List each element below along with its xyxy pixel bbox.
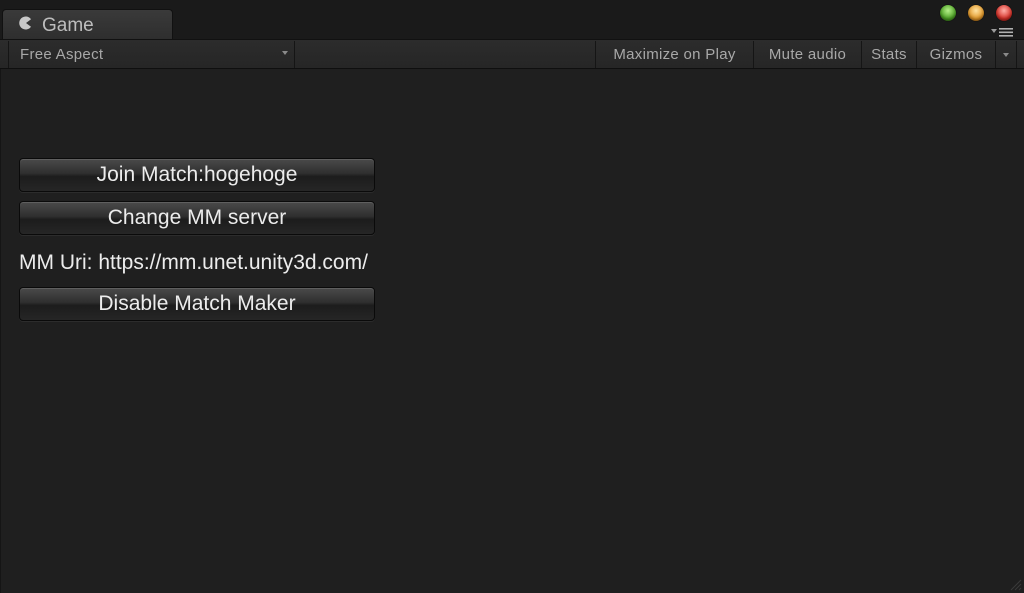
chevron-down-icon	[1003, 53, 1009, 57]
resize-grip-icon[interactable]	[1008, 577, 1022, 591]
aspect-ratio-value: Free Aspect	[20, 46, 104, 63]
zoom-window-button[interactable]	[940, 5, 956, 21]
gizmos-dropdown-button[interactable]	[995, 41, 1017, 68]
disable-match-maker-button[interactable]: Disable Match Maker	[19, 287, 375, 321]
tab-game[interactable]: Game	[2, 9, 173, 40]
close-window-button[interactable]	[996, 5, 1012, 21]
mm-uri-label: MM Uri: https://mm.unet.unity3d.com/	[19, 251, 368, 274]
maximize-on-play-toggle[interactable]: Maximize on Play	[595, 41, 753, 68]
change-mm-server-button[interactable]: Change MM server	[19, 201, 375, 235]
join-match-button[interactable]: Join Match:hogehoge	[19, 158, 375, 192]
pacman-icon	[18, 15, 36, 33]
game-viewport: Join Match:hogehoge Change MM server MM …	[0, 69, 1024, 593]
game-window: Game Free Aspect Maximize on Play Mute a…	[0, 0, 1024, 593]
gizmos-toggle[interactable]: Gizmos	[916, 41, 995, 68]
stats-toggle[interactable]: Stats	[861, 41, 916, 68]
tab-title: Game	[42, 15, 94, 36]
game-toolbar: Free Aspect Maximize on Play Mute audio …	[0, 39, 1024, 69]
context-menu-icon[interactable]	[991, 25, 1017, 37]
minimize-window-button[interactable]	[968, 5, 984, 21]
aspect-ratio-dropdown[interactable]: Free Aspect	[8, 41, 295, 68]
tab-strip: Game	[0, 0, 1024, 40]
mute-audio-toggle[interactable]: Mute audio	[753, 41, 861, 68]
chevron-down-icon	[282, 51, 288, 55]
